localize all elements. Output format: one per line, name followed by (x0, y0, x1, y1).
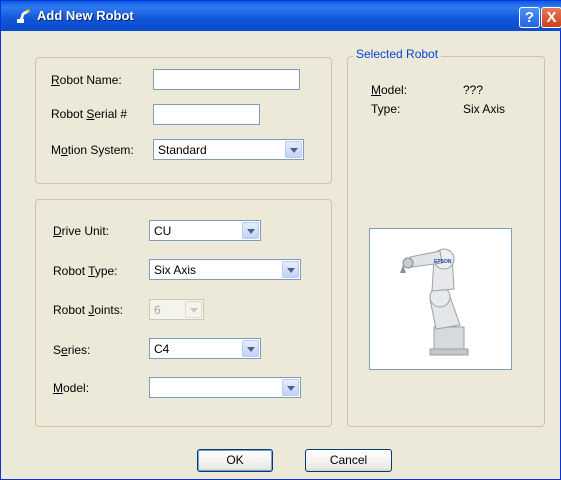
robot-joints-label: Robot Joints: (53, 303, 124, 317)
selected-model-value: ??? (463, 83, 484, 97)
robot-type-label: Robot Type: (53, 264, 118, 278)
title-bar[interactable]: Add New Robot ? X (1, 1, 561, 31)
series-dropdown[interactable]: C4 (149, 338, 261, 359)
ok-button-label: OK (226, 453, 244, 467)
window-title: Add New Robot (37, 8, 134, 23)
robot-name-input[interactable] (153, 69, 300, 90)
chevron-down-icon[interactable] (242, 340, 259, 357)
ok-button[interactable]: OK (197, 449, 273, 472)
drive-unit-label: Drive Unit: (53, 224, 110, 238)
add-new-robot-dialog: Add New Robot ? X Robot Name: Robot Seri… (0, 0, 561, 480)
model-dropdown[interactable] (149, 377, 301, 398)
drive-unit-dropdown[interactable]: CU (149, 220, 261, 241)
robot-type-value: Six Axis (154, 263, 197, 277)
chevron-down-icon[interactable] (285, 141, 302, 158)
series-value: C4 (154, 342, 170, 356)
model-label: Model: (53, 381, 90, 395)
close-button[interactable]: X (541, 7, 561, 28)
help-button[interactable]: ? (519, 7, 540, 28)
robot-app-icon (17, 9, 30, 23)
close-icon: X (546, 9, 557, 26)
selected-type-label: Type: (371, 102, 401, 116)
chevron-down-icon[interactable] (242, 222, 259, 239)
drive-unit-value: CU (154, 224, 172, 238)
motion-system-label: Motion System: (51, 143, 134, 157)
motion-system-value: Standard (158, 143, 207, 157)
chevron-down-icon (185, 301, 202, 318)
robot-serial-input[interactable] (153, 104, 260, 125)
chevron-down-icon[interactable] (282, 261, 299, 278)
robot-joints-value: 6 (154, 303, 161, 317)
robot-image-frame: EPSON (369, 228, 512, 370)
motion-system-dropdown[interactable]: Standard (153, 139, 304, 160)
selected-model-label: Model: (371, 83, 408, 97)
series-label: Series: (53, 343, 91, 357)
robot-joints-dropdown: 6 (149, 299, 204, 320)
help-icon: ? (524, 9, 535, 26)
svg-text:EPSON: EPSON (434, 259, 452, 265)
robot-type-dropdown[interactable]: Six Axis (149, 259, 301, 280)
robot-serial-label: Robot Serial # (51, 107, 128, 121)
robot-arm-image: EPSON (400, 248, 469, 356)
chevron-down-icon[interactable] (282, 379, 299, 396)
cancel-button-label: Cancel (329, 453, 368, 467)
cancel-button[interactable]: Cancel (305, 449, 392, 472)
robot-name-label: Robot Name: (51, 73, 122, 87)
selected-type-value: Six Axis (463, 102, 506, 116)
selected-robot-title: Selected Robot (353, 47, 442, 61)
